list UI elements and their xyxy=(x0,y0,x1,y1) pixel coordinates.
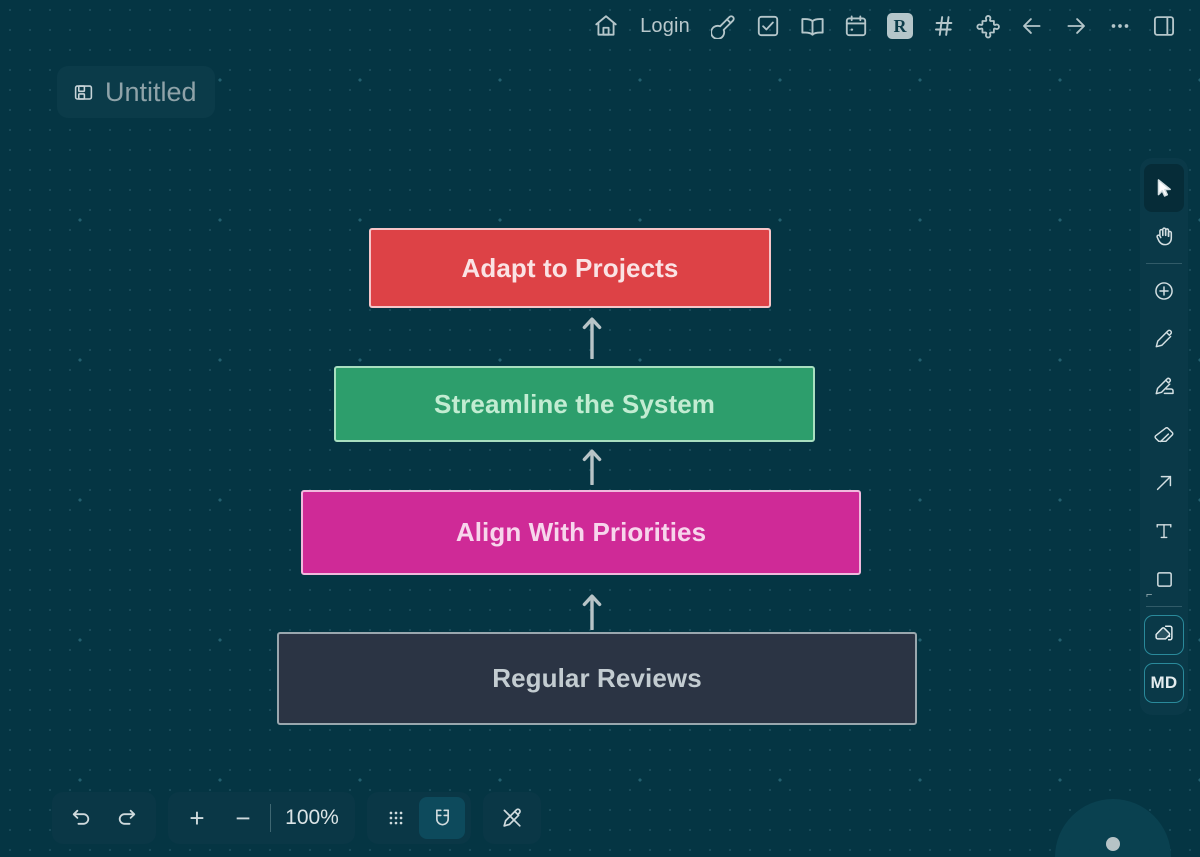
zoom-group: + − 100% xyxy=(168,792,355,844)
bottom-toolbar: + − 100% xyxy=(52,792,541,844)
toolbar-divider-2 xyxy=(1146,606,1182,607)
history-group xyxy=(52,792,156,844)
toolbar-divider xyxy=(1146,263,1182,264)
node-streamline-the-system[interactable]: Streamline the System xyxy=(334,366,815,442)
r-badge-icon[interactable]: R xyxy=(878,6,922,46)
pen-tool[interactable] xyxy=(1144,315,1184,363)
calendar-icon[interactable] xyxy=(834,6,878,46)
help-bubble-dot xyxy=(1106,837,1120,851)
text-tool[interactable] xyxy=(1144,507,1184,555)
drawing-toggle-group xyxy=(483,792,541,844)
node-adapt-to-projects[interactable]: Adapt to Projects xyxy=(369,228,771,308)
arrow-regular-to-align[interactable] xyxy=(576,592,608,631)
checkbox-task-icon[interactable] xyxy=(746,6,790,46)
zoom-in-button[interactable]: + xyxy=(174,797,220,839)
book-icon[interactable] xyxy=(790,6,834,46)
r-badge-label: R xyxy=(887,13,913,39)
login-link[interactable]: Login xyxy=(628,6,702,46)
zoom-divider xyxy=(270,804,271,832)
zoom-level-display[interactable]: 100% xyxy=(275,797,349,839)
undo-button[interactable] xyxy=(58,797,104,839)
sidebar-toggle-icon[interactable] xyxy=(1142,6,1186,46)
hash-icon[interactable] xyxy=(922,6,966,46)
eraser-tool[interactable] xyxy=(1144,411,1184,459)
hand-pan-tool[interactable] xyxy=(1144,212,1184,260)
disable-draw-button[interactable] xyxy=(489,797,535,839)
select-cursor-tool[interactable] xyxy=(1144,164,1184,212)
node-label: Adapt to Projects xyxy=(461,252,679,283)
add-circle-tool[interactable] xyxy=(1144,267,1184,315)
markdown-button[interactable]: MD xyxy=(1144,663,1184,703)
image-color-icon xyxy=(1153,622,1175,649)
top-toolbar: Login R xyxy=(0,0,1200,52)
edit-pen-icon[interactable] xyxy=(702,6,746,46)
node-align-with-priorities[interactable]: Align With Priorities xyxy=(301,490,861,575)
view-options-group xyxy=(367,792,471,844)
save-floppy-icon xyxy=(73,82,94,103)
node-label: Align With Priorities xyxy=(455,517,707,547)
more-ellipsis-icon[interactable] xyxy=(1098,6,1142,46)
tools-sidebar: ⌐ MD xyxy=(1140,158,1188,715)
document-title-text[interactable]: Untitled xyxy=(105,78,197,106)
document-title-chip[interactable]: Untitled xyxy=(57,66,215,118)
arrow-align-to-streamline[interactable] xyxy=(576,447,608,486)
redo-button[interactable] xyxy=(104,797,150,839)
highlighter-tool[interactable] xyxy=(1144,363,1184,411)
shape-rectangle-tool[interactable]: ⌐ xyxy=(1144,555,1184,603)
arrow-left-icon[interactable] xyxy=(1010,6,1054,46)
shape-corner-marker: ⌐ xyxy=(1146,589,1153,601)
puzzle-icon[interactable] xyxy=(966,6,1010,46)
arrow-right-icon[interactable] xyxy=(1054,6,1098,46)
grid-toggle-button[interactable] xyxy=(373,797,419,839)
node-label: Streamline the System xyxy=(434,388,715,419)
node-label: Regular Reviews xyxy=(492,663,702,693)
node-regular-reviews[interactable]: Regular Reviews xyxy=(277,632,917,725)
zoom-out-button[interactable]: − xyxy=(220,797,266,839)
arrow-connector-tool[interactable] xyxy=(1144,459,1184,507)
snap-magnet-button[interactable] xyxy=(419,797,465,839)
home-icon[interactable] xyxy=(584,6,628,46)
arrow-streamline-to-adapt[interactable] xyxy=(576,315,608,360)
style-palette-button[interactable] xyxy=(1144,615,1184,655)
